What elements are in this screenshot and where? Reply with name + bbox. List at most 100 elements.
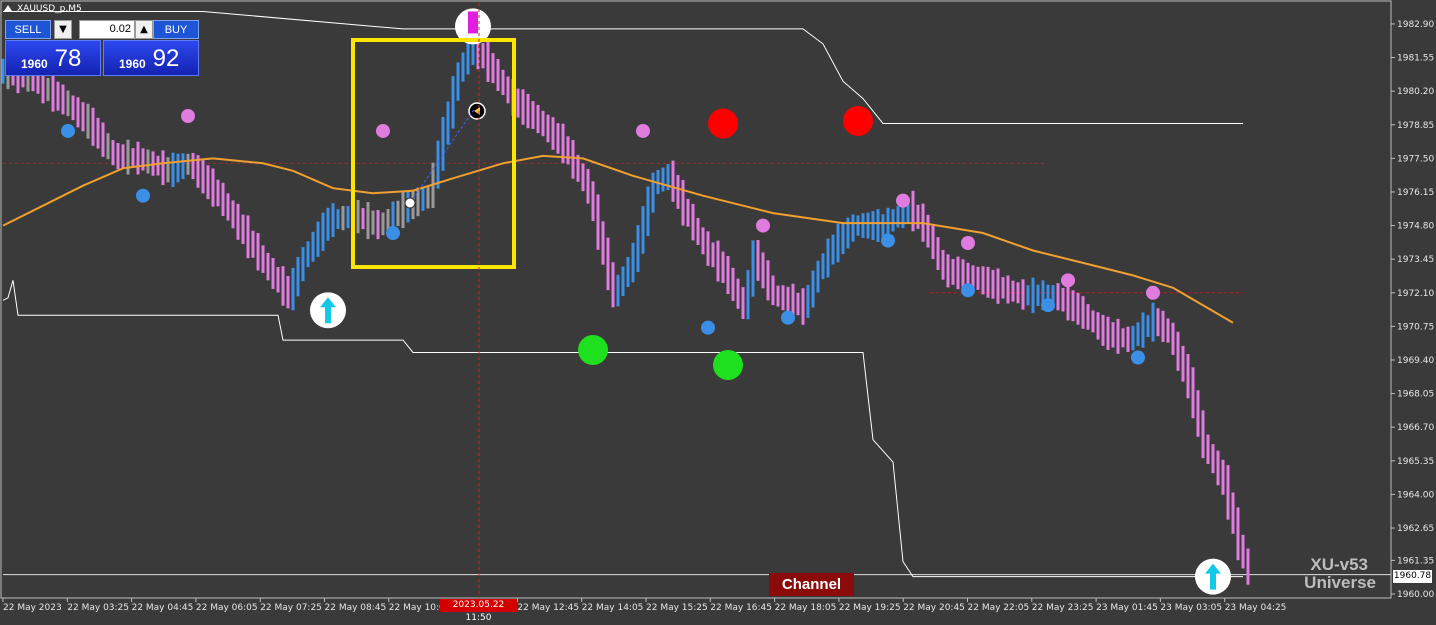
price-bar — [236, 203, 240, 240]
price-bar — [1101, 314, 1105, 346]
price-bar — [1166, 318, 1170, 343]
price-bar — [1231, 492, 1235, 534]
chart-frame — [0, 0, 1392, 599]
x-tick-label: 22 May 03:25 — [67, 603, 129, 613]
price-bar — [721, 251, 725, 283]
price-bar — [916, 204, 920, 229]
price-bar — [1211, 444, 1215, 474]
price-bar — [161, 150, 165, 186]
price-bar — [816, 260, 820, 293]
price-bar — [591, 181, 595, 222]
one-click-trading-panel: SELL ▼ 0.02 ▲ BUY 1960 78 1960 92 — [5, 20, 199, 76]
price-bar — [141, 148, 145, 171]
price-bar — [871, 211, 875, 241]
price-bar — [706, 231, 710, 266]
price-bar — [616, 274, 620, 307]
price-bar — [951, 258, 955, 285]
price-bar — [531, 101, 535, 129]
price-bar — [586, 168, 590, 204]
price-bar — [121, 144, 125, 169]
lot-increase-button[interactable]: ▲ — [135, 20, 153, 39]
blue-signal-dot — [61, 123, 75, 138]
sell-price-box[interactable]: 1960 78 — [5, 40, 101, 76]
collapse-icon[interactable] — [4, 5, 12, 11]
price-bar — [451, 76, 455, 129]
price-bar — [761, 252, 765, 289]
price-chart[interactable]: 1982.90 1981.55 1980.20 1978.85 1977.50 1976.… — [0, 0, 1436, 618]
price-bar — [226, 193, 230, 221]
price-bar — [956, 256, 960, 290]
price-bar — [301, 247, 305, 282]
price-bar — [936, 237, 940, 271]
blue-signal-dot — [1041, 298, 1055, 313]
buy-button[interactable]: BUY — [153, 20, 199, 39]
y-tick-label: 1978.85 — [1397, 121, 1434, 131]
price-bar — [146, 149, 150, 174]
buy-price-pips: 92 — [152, 45, 180, 72]
price-bar — [821, 253, 825, 280]
price-bar — [251, 230, 255, 258]
price-bar — [976, 266, 980, 290]
price-bar — [311, 231, 315, 262]
price-bar — [231, 200, 235, 229]
y-tick-label: 1962.65 — [1397, 524, 1434, 534]
price-bar — [1171, 322, 1175, 355]
triangle-up-icon: ▲ — [140, 24, 148, 35]
price-bar — [786, 286, 790, 312]
price-bar — [331, 203, 335, 237]
price-bar — [756, 240, 760, 281]
price-bar — [641, 206, 645, 254]
price-bar — [771, 275, 775, 306]
blue-signal-dot — [701, 320, 715, 335]
price-bar — [806, 285, 810, 318]
price-bar — [861, 213, 865, 238]
price-bar — [401, 191, 405, 229]
price-bar — [501, 69, 505, 96]
brand-line-1: XU-v53 — [1310, 555, 1368, 574]
price-bar — [1096, 312, 1100, 340]
sell-signal-circle — [708, 108, 738, 139]
price-bar — [111, 140, 115, 166]
price-bar — [116, 143, 120, 170]
blue-signal-dot — [386, 226, 400, 241]
price-bar — [526, 93, 530, 129]
price-bar — [376, 209, 380, 240]
price-bar — [441, 116, 445, 171]
price-bar — [546, 114, 550, 143]
price-bar — [1146, 315, 1150, 337]
price-bar — [1036, 284, 1040, 306]
price-bar — [876, 209, 880, 242]
price-bar — [216, 179, 220, 207]
x-tick-label: 22 May 14:05 — [582, 603, 644, 613]
price-bar — [621, 266, 625, 296]
price-bar — [991, 269, 995, 299]
price-bar — [811, 270, 815, 308]
price-bar — [496, 59, 500, 91]
price-bar — [286, 275, 290, 309]
price-bar — [726, 256, 730, 295]
channel-label[interactable]: Channel — [769, 573, 854, 596]
price-bar — [776, 285, 780, 307]
price-bar — [261, 245, 265, 273]
price-bar — [1091, 310, 1095, 333]
price-bar — [381, 212, 385, 236]
y-tick-label: 1969.40 — [1397, 356, 1434, 366]
price-bar — [551, 117, 555, 150]
price-bar — [926, 214, 930, 248]
price-bar — [716, 240, 720, 282]
price-bar — [436, 140, 440, 189]
buy-price-box[interactable]: 1960 92 — [103, 40, 199, 76]
price-bar — [1061, 288, 1065, 312]
lot-size-input[interactable]: 0.02 — [79, 20, 135, 39]
price-bar — [321, 212, 325, 251]
price-bar — [826, 238, 830, 278]
crosshair-time-tag: 2023.05.22 11:50 — [440, 599, 517, 623]
window-title: XAUUSD_p,M5 — [17, 4, 82, 14]
lot-decrease-button[interactable]: ▼ — [54, 20, 72, 39]
price-bar — [51, 74, 55, 112]
price-bar — [676, 175, 680, 209]
price-bar — [741, 287, 745, 320]
sell-button[interactable]: SELL — [5, 20, 51, 39]
price-bar — [256, 233, 260, 271]
price-bar — [736, 278, 740, 309]
